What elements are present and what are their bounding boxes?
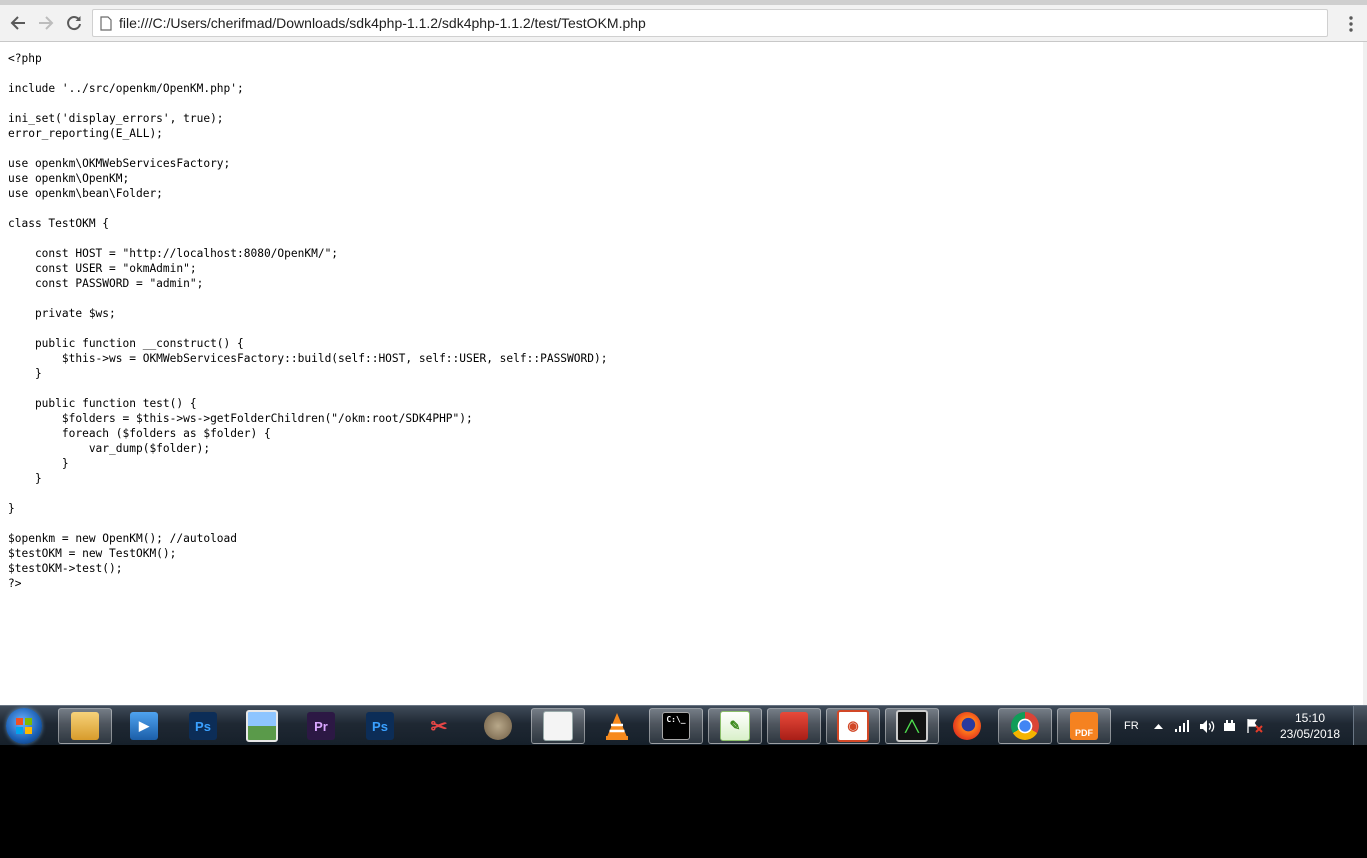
page-icon [100,16,112,31]
vlc-icon [606,713,628,740]
taskbar-app-gimp[interactable] [471,708,525,744]
taskbar-app-photo-viewer[interactable] [235,708,289,744]
taskbar-app-vlc[interactable] [590,708,644,744]
browser-menu-button[interactable] [1343,13,1359,35]
browser-toolbar: file:///C:/Users/cherifmad/Downloads/sdk… [0,5,1367,42]
clock-time: 15:10 [1294,711,1326,725]
media-player-icon: ▶ [130,712,158,740]
url-text: file:///C:/Users/cherifmad/Downloads/sdk… [119,15,646,31]
firefox-icon [953,712,981,740]
back-button[interactable] [6,11,30,35]
speaker-icon [1200,719,1215,733]
page-content: <?php include '../src/openkm/OpenKM.php'… [0,42,1367,705]
network-status[interactable] [1175,706,1191,746]
taskbar-app-chrome[interactable] [998,708,1052,744]
action-center-flag[interactable] [1247,706,1263,746]
signal-icon [1175,720,1189,732]
taskbar-app-notepad-plus-plus[interactable]: ✎ [708,708,762,744]
photoshop-icon: Ps [366,712,394,740]
command-prompt-icon: C:\_ [662,712,690,740]
start-button[interactable] [6,708,42,744]
show-desktop-button[interactable] [1353,706,1367,745]
reload-icon [67,16,81,31]
premiere-icon: Pr [307,712,335,740]
flag-error-icon [1247,719,1263,733]
taskbar-app-snipping-tool[interactable]: ✂ [412,708,466,744]
show-hidden-icons-button[interactable] [1154,706,1163,746]
forward-button[interactable] [34,11,58,35]
clock-date: 23/05/2018 [1279,727,1341,741]
php-source-code: <?php include '../src/openkm/OpenKM.php'… [8,52,608,590]
toolbox-icon [780,712,808,740]
photoshop-icon: Ps [189,712,217,740]
windows-explorer-icon [71,712,99,740]
arrow-right-icon [39,16,54,30]
taskbar-app-firefox[interactable] [940,708,994,744]
notepad-plus-plus-icon: ✎ [720,711,750,741]
document-window-icon [543,711,573,741]
pdf-app-icon: PDF [1070,712,1098,740]
photo-viewer-icon [246,710,278,742]
volume-control[interactable] [1200,706,1215,746]
taskbar-app-pdf[interactable]: PDF [1057,708,1111,744]
presentation-icon: ◉ [837,710,869,742]
taskbar-app-premiere[interactable]: Pr [294,708,348,744]
taskbar-app-toolbox[interactable] [767,708,821,744]
language-indicator[interactable]: FR [1124,706,1139,746]
power-status[interactable] [1223,706,1237,746]
task-manager-icon: ╱╲ [896,710,928,742]
snipping-tool-icon: ✂ [430,715,448,738]
taskbar-app-presentation[interactable]: ◉ [826,708,880,744]
power-plug-icon [1224,720,1235,731]
windows-taskbar: ▶ Ps Pr Ps ✂ C:\_ ✎ ◉ ╱╲ PDF FR 15:10 23… [0,705,1367,745]
arrow-left-icon [10,16,25,30]
taskbar-app-task-manager[interactable]: ╱╲ [885,708,939,744]
vertical-scrollbar[interactable] [1363,42,1367,705]
taskbar-app-command-prompt[interactable]: C:\_ [649,708,703,744]
system-clock[interactable]: 15:10 23/05/2018 [1272,710,1348,742]
chrome-icon [1011,712,1039,740]
kebab-menu-icon [1349,16,1353,32]
taskbar-app-photoshop[interactable]: Ps [176,708,230,744]
taskbar-app-explorer[interactable] [58,708,112,744]
taskbar-app-media-player[interactable]: ▶ [117,708,171,744]
chevron-up-icon [1154,724,1163,729]
address-bar[interactable]: file:///C:/Users/cherifmad/Downloads/sdk… [92,9,1328,37]
reload-button[interactable] [62,11,86,35]
taskbar-app-photoshop-2[interactable]: Ps [353,708,407,744]
gimp-icon [484,712,512,740]
taskbar-app-document-window[interactable] [531,708,585,744]
